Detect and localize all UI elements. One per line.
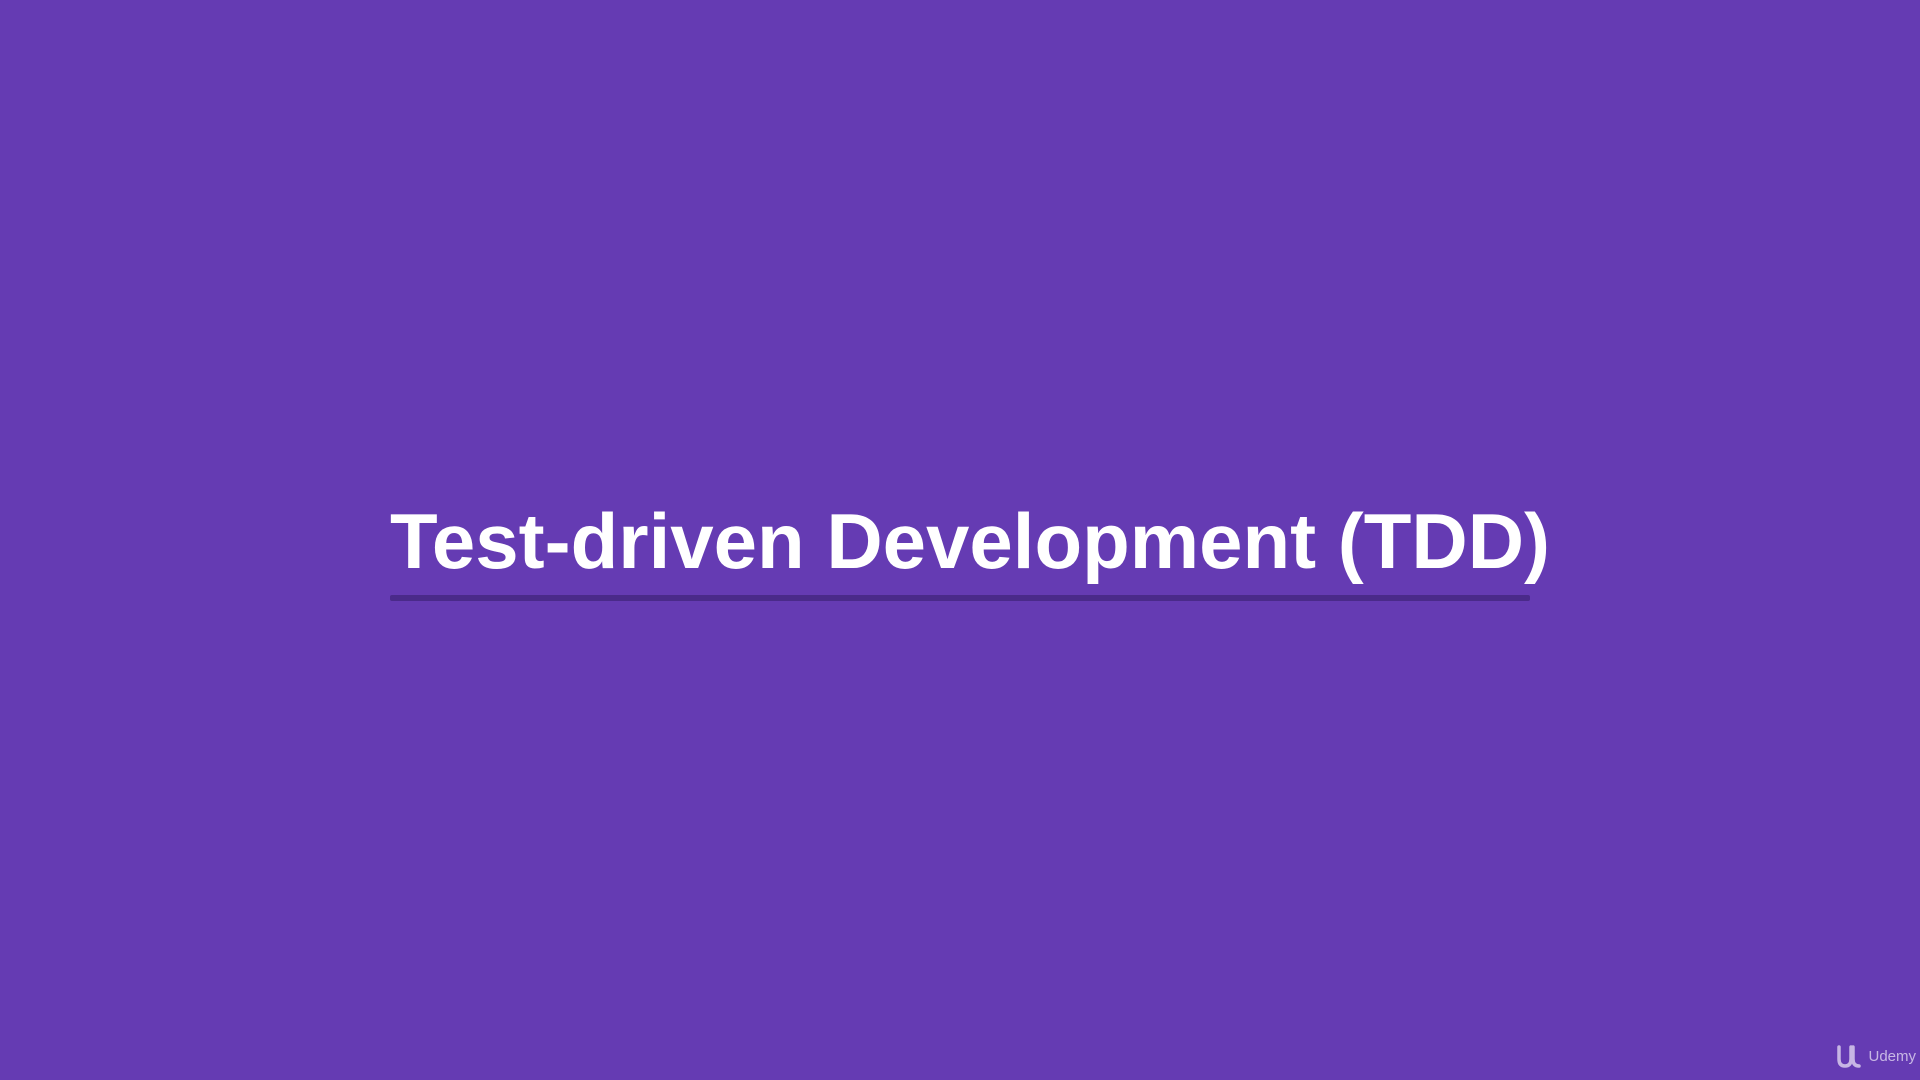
watermark-label: Udemy (1868, 1048, 1916, 1065)
udemy-logo-icon (1837, 1045, 1862, 1068)
udemy-watermark: Udemy (1836, 1044, 1916, 1070)
title-underline (390, 595, 1530, 601)
slide-title: Test-driven Development (TDD) (390, 497, 1551, 585)
title-block: Test-driven Development (TDD) (390, 493, 1551, 603)
slide-canvas: Test-driven Development (TDD) Udemy (0, 0, 1920, 1080)
